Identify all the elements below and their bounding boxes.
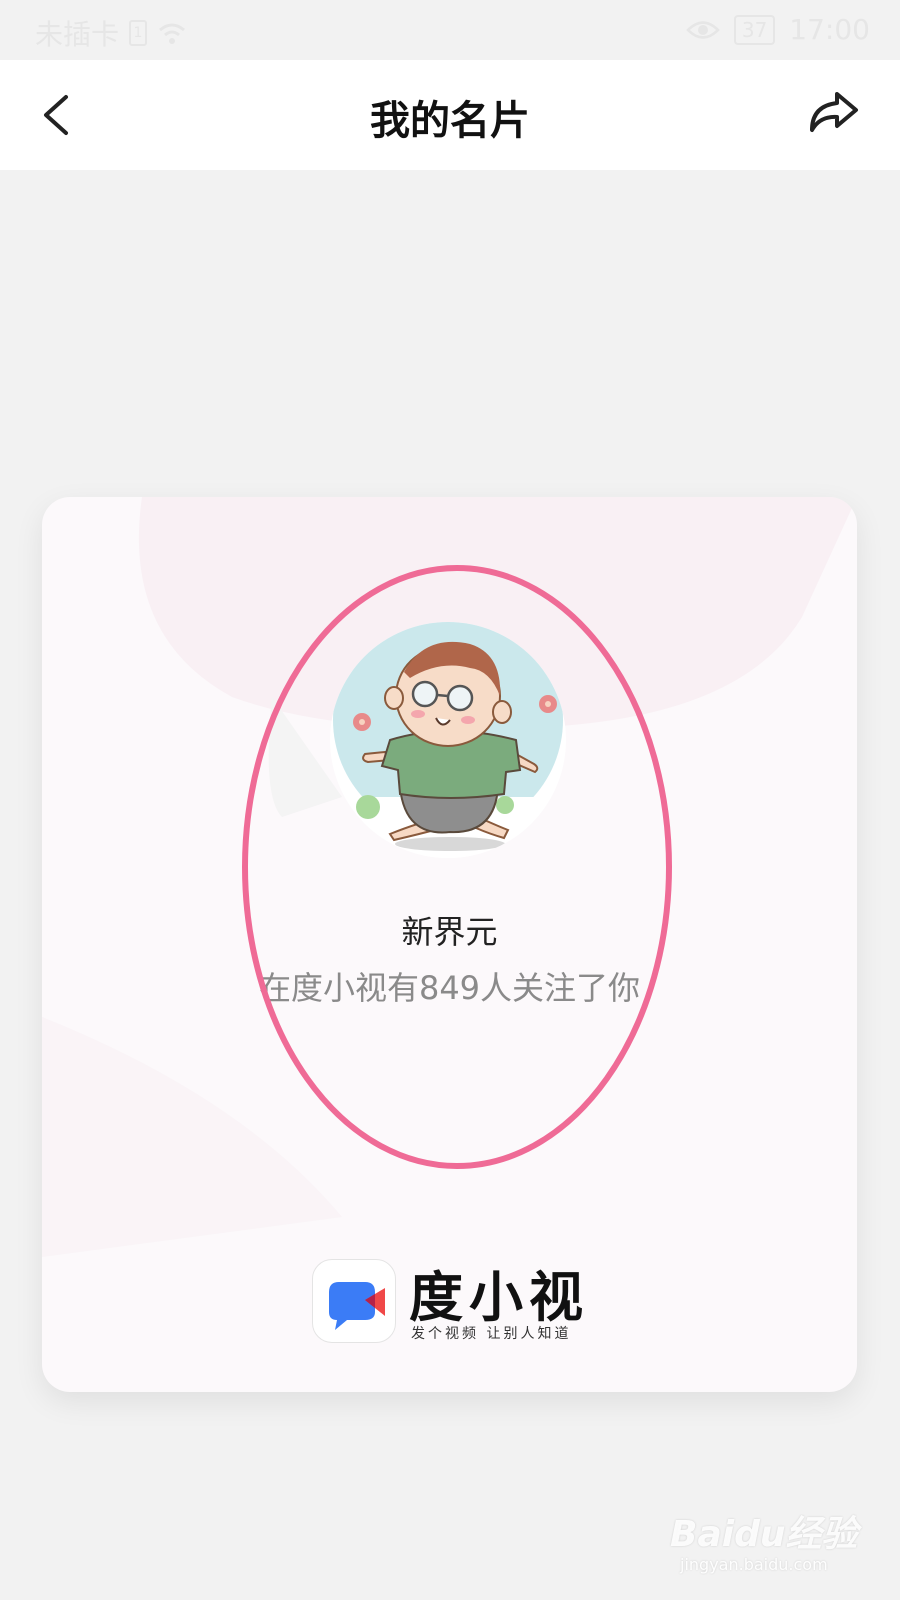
cartoon-baby-avatar-icon — [330, 622, 566, 858]
followers-text: 在度小视有849人关注了你 — [258, 969, 641, 1007]
wifi-icon — [159, 23, 185, 44]
avatar[interactable] — [330, 622, 566, 858]
baidu-watermark: Baidu经验 jingyan.baidu.com — [670, 1505, 857, 1585]
user-name: 新界元 — [401, 913, 498, 951]
app-slogan: 发个视频 让别人知道 — [411, 1326, 572, 1342]
watermark-sub: jingyan.baidu.com — [680, 1555, 828, 1574]
carrier-text: 未插卡 — [35, 18, 120, 51]
app-name: 度小视 — [409, 1266, 589, 1329]
business-card: 新界元 在度小视有849人关注了你 度小视 发个视频 让别人知道 — [42, 497, 857, 1392]
clock: 17:00 — [789, 13, 870, 46]
watermark-main: Baidu经验 — [670, 1514, 858, 1555]
app-icon — [312, 1259, 396, 1343]
header-bar: 我的名片 — [0, 60, 900, 170]
status-bar: 未插卡 1 37 17:00 — [0, 0, 900, 60]
status-right: 37 17:00 — [686, 13, 870, 46]
status-left: 未插卡 1 — [35, 13, 187, 53]
eye-icon — [686, 20, 720, 39]
sim-indicator: 1 — [129, 20, 148, 46]
share-arrow-icon — [810, 92, 858, 132]
share-button[interactable] — [800, 80, 870, 150]
app-logo: 度小视 发个视频 让别人知道 — [312, 1259, 602, 1349]
battery-icon: 37 — [733, 14, 776, 45]
video-bubble-icon — [329, 1282, 385, 1330]
page-title: 我的名片 — [370, 98, 530, 144]
